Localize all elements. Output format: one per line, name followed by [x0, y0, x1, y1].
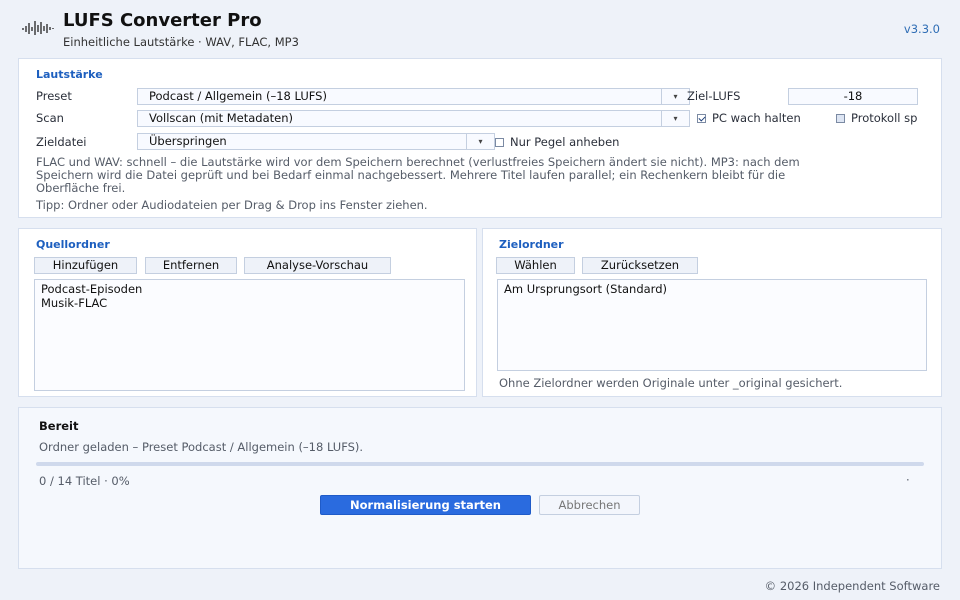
preset-dropdown[interactable]: Podcast / Allgemein (–18 LUFS) ▾ [137, 88, 690, 105]
footer-copyright: © 2026 Independent Software [764, 579, 940, 593]
checkbox-icon[interactable] [495, 138, 504, 147]
info-text: FLAC und WAV: schnell – die Lautstärke w… [36, 156, 936, 195]
checkbox-icon[interactable] [836, 114, 845, 123]
only-raise-checkbox[interactable]: Nur Pegel anheben [495, 135, 655, 149]
status-title: Bereit [39, 419, 79, 433]
target-file-label: Zieldatei [36, 135, 87, 149]
chevron-down-icon[interactable]: ▾ [661, 111, 689, 126]
scan-label: Scan [36, 111, 64, 125]
only-raise-label: Nur Pegel anheben [510, 135, 620, 149]
target-panel: Zielordner Wählen Zurücksetzen Am Urspru… [482, 228, 942, 397]
tip-text: Tipp: Ordner oder Audiodateien per Drag … [36, 198, 428, 212]
version-label: v3.3.0 [903, 22, 940, 36]
log-label: Protokoll sp [851, 111, 918, 125]
analysis-preview-button[interactable]: Analyse-Vorschau [244, 257, 391, 274]
status-panel [18, 407, 942, 569]
keep-awake-checkbox[interactable]: PC wach halten [697, 111, 822, 125]
progress-bar [36, 462, 924, 466]
start-normalization-button[interactable]: Normalisierung starten [320, 495, 531, 515]
progress-text: 0 / 14 Titel · 0% [39, 474, 130, 488]
info-line: Oberfläche frei. [36, 181, 126, 195]
target-lufs-input[interactable]: -18 [788, 88, 918, 105]
scan-dropdown[interactable]: Vollscan (mit Metadaten) ▾ [137, 110, 690, 127]
preset-label: Preset [36, 89, 72, 103]
info-line: Speichern wird die Datei geprüft und bei… [36, 168, 786, 182]
reset-target-button[interactable]: Zurücksetzen [582, 257, 698, 274]
list-item[interactable]: Musik-FLAC [41, 296, 458, 311]
add-source-button[interactable]: Hinzufügen [34, 257, 137, 274]
scan-value: Vollscan (mit Metadaten) [149, 111, 294, 125]
waveform-icon [22, 21, 54, 35]
preset-value: Podcast / Allgemein (–18 LUFS) [149, 89, 327, 103]
list-item[interactable]: Podcast-Episoden [41, 282, 458, 297]
choose-target-button[interactable]: Wählen [496, 257, 575, 274]
remove-source-button[interactable]: Entfernen [145, 257, 237, 274]
app-title: LUFS Converter Pro [63, 10, 262, 31]
app-header: LUFS Converter Pro Einheitliche Lautstär… [0, 0, 960, 56]
target-file-value: Überspringen [149, 134, 227, 148]
loudness-section-title: Lautstärke [36, 68, 103, 81]
target-folder-list[interactable]: Am Ursprungsort (Standard) [497, 279, 927, 371]
chevron-down-icon[interactable]: ▾ [661, 89, 689, 104]
keep-awake-label: PC wach halten [712, 111, 801, 125]
target-lufs-label: Ziel-LUFS [687, 89, 741, 103]
source-folder-list[interactable]: Podcast-Episoden Musik-FLAC [34, 279, 465, 391]
status-message: Ordner geladen – Preset Podcast / Allgem… [39, 440, 364, 454]
checkbox-checked-icon[interactable] [697, 114, 706, 123]
log-checkbox[interactable]: Protokoll sp [836, 111, 929, 125]
target-note: Ohne Zielordner werden Originale unter _… [499, 376, 843, 390]
cancel-button[interactable]: Abbrechen [539, 495, 640, 515]
target-section-title: Zielordner [499, 238, 564, 251]
list-item[interactable]: Am Ursprungsort (Standard) [504, 282, 920, 297]
progress-right-text: · [906, 473, 910, 487]
loudness-panel: Lautstärke Preset Podcast / Allgemein (–… [18, 58, 942, 218]
source-panel: Quellordner Hinzufügen Entfernen Analyse… [18, 228, 477, 397]
app-subtitle: Einheitliche Lautstärke · WAV, FLAC, MP3 [63, 35, 299, 49]
chevron-down-icon[interactable]: ▾ [466, 134, 494, 149]
source-section-title: Quellordner [36, 238, 110, 251]
target-file-dropdown[interactable]: Überspringen ▾ [137, 133, 495, 150]
